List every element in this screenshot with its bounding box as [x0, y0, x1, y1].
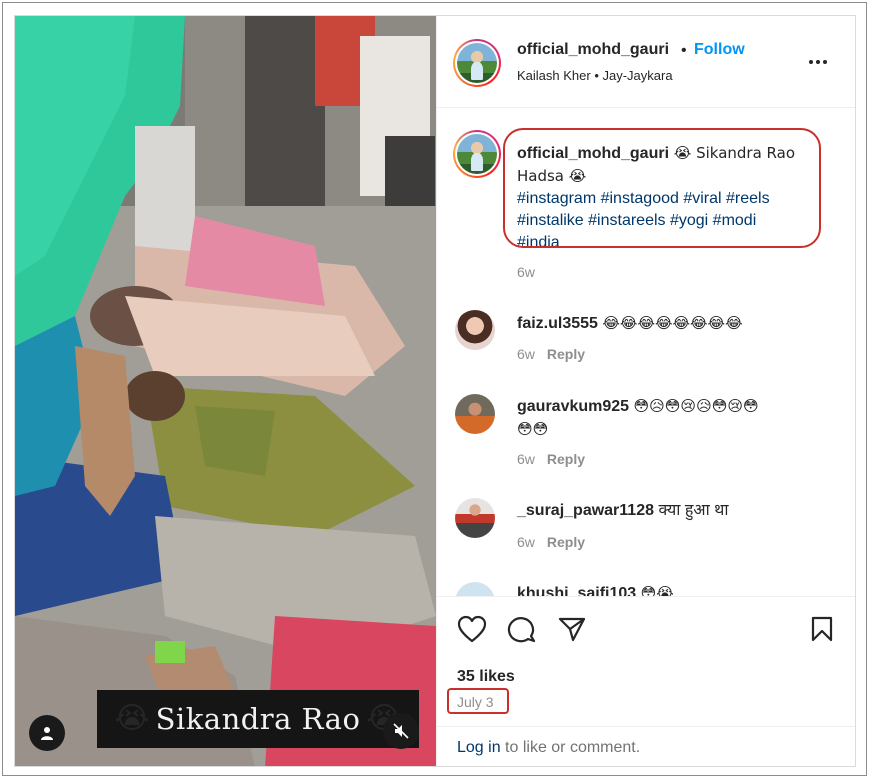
video-caption-overlay: 😭 Sikandra Rao 😭 [97, 690, 419, 748]
author-avatar-image [457, 43, 497, 83]
comment-item: _suraj_pawar1128 क्या हुआ था [517, 500, 729, 522]
login-prompt: Log in to like or comment. [437, 726, 855, 766]
more-options-icon[interactable] [809, 60, 827, 64]
comments-list[interactable]: official_mohd_gauri 😭 Sikandra Rao Hadsa… [437, 108, 855, 596]
mute-button[interactable] [383, 713, 419, 749]
video-caption-text: Sikandra Rao [155, 702, 361, 736]
follow-button[interactable]: Follow [694, 41, 745, 59]
screenshot-frame: 😭 Sikandra Rao 😭 official_mohd_gauri • F… [2, 2, 867, 776]
reply-button[interactable]: Reply [547, 534, 585, 550]
comment-item: faiz.ul3555 😂😂😂😂😂😂😂😂 [517, 312, 743, 335]
post-card: 😭 Sikandra Rao 😭 official_mohd_gauri • F… [14, 15, 856, 767]
speaker-muted-icon [393, 723, 409, 739]
comment-text: 😳😥😳😢😥😳😢😳 [633, 397, 759, 415]
commenter-avatar[interactable] [455, 310, 495, 350]
commenter-avatar[interactable] [455, 582, 495, 596]
caption-author-avatar-image [457, 134, 497, 174]
annotation-highlight-caption [503, 128, 821, 248]
comment-text: क्या हुआ था [654, 502, 729, 519]
comment-meta: 6w Reply [517, 346, 585, 362]
commenter-avatar[interactable] [455, 498, 495, 538]
comment-meta: 6w Reply [517, 534, 585, 550]
comment-username[interactable]: _suraj_pawar1128 [517, 502, 654, 519]
post-header: official_mohd_gauri • Follow Kailash Khe… [437, 16, 855, 108]
user-icon [41, 727, 53, 740]
login-link[interactable]: Log in [457, 739, 501, 756]
bookmark-icon[interactable] [809, 615, 835, 643]
comment-age: 6w [517, 451, 535, 467]
comment-meta: 6w Reply [517, 451, 585, 467]
commenter-avatar[interactable] [455, 394, 495, 434]
separator-dot: • [681, 42, 687, 59]
comment-username[interactable]: khushi_saifi103 [517, 585, 636, 596]
comment-age: 6w [517, 534, 535, 550]
video-frame-image [15, 16, 436, 766]
comment-text: 😳😭 [640, 584, 674, 596]
reply-button[interactable]: Reply [547, 451, 585, 467]
login-prompt-text: to like or comment. [500, 739, 641, 756]
caption-author-avatar[interactable] [453, 130, 501, 178]
comment-age: 6w [517, 346, 535, 362]
audio-attribution[interactable]: Kailash Kher • Jay-Jaykara [517, 68, 673, 83]
comment-item: gauravkum925 😳😥😳😢😥😳😢😳 😳😳 [517, 395, 759, 441]
caption-meta: 6w [517, 264, 535, 280]
author-avatar[interactable] [453, 39, 501, 87]
caption-age: 6w [517, 264, 535, 280]
heart-icon[interactable] [457, 615, 487, 643]
crying-emoji: 😭 [114, 701, 150, 736]
comment-username[interactable]: gauravkum925 [517, 398, 629, 415]
annotation-highlight-date [447, 688, 509, 714]
comment-username[interactable]: faiz.ul3555 [517, 315, 598, 332]
comment-icon[interactable] [507, 615, 537, 643]
likes-count[interactable]: 35 likes [457, 668, 515, 686]
post-video[interactable]: 😭 Sikandra Rao 😭 [15, 16, 436, 766]
author-username[interactable]: official_mohd_gauri [517, 41, 669, 59]
comment-item: khushi_saifi103 😳😭 [517, 582, 674, 596]
comment-text: 😂😂😂😂😂😂😂😂 [602, 314, 743, 332]
post-actions-bar [437, 596, 855, 656]
share-icon[interactable] [557, 615, 587, 643]
reply-button[interactable]: Reply [547, 346, 585, 362]
post-side-panel: official_mohd_gauri • Follow Kailash Khe… [436, 16, 855, 766]
tagged-users-button[interactable] [29, 715, 65, 751]
comment-text-cont: 😳😳 [517, 420, 549, 438]
